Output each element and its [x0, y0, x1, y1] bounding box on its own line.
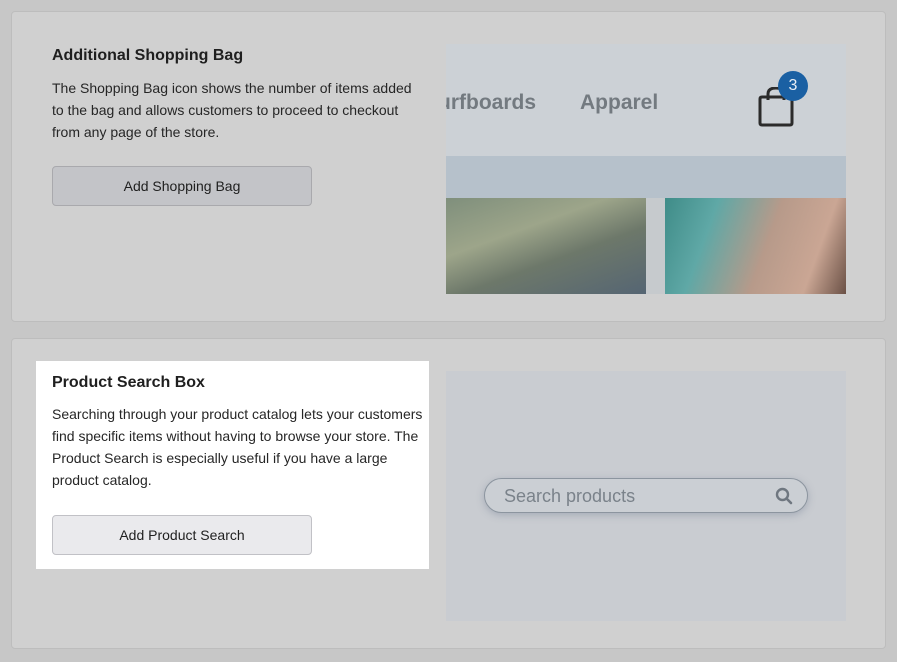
product-search-description: Searching through your product catalog l…	[52, 406, 423, 488]
product-search-preview: Search products	[446, 371, 846, 621]
product-photo-man	[446, 198, 646, 294]
store-banner	[446, 156, 846, 198]
nav-item-apparel: Apparel	[580, 91, 659, 114]
search-placeholder: Search products	[504, 486, 636, 506]
search-icon	[775, 487, 793, 505]
search-products-input: Search products	[484, 478, 808, 513]
shopping-bag-description: The Shopping Bag icon shows the number o…	[52, 80, 412, 140]
nav-item-surfboards: urfboards	[446, 91, 537, 114]
product-search-title: Product Search Box	[52, 374, 205, 391]
store-navbar: urfboards Apparel 3	[446, 44, 846, 156]
shopping-bag-preview: urfboards Apparel 3	[446, 44, 846, 294]
shopping-bag-title: Additional Shopping Bag	[52, 47, 244, 64]
add-shopping-bag-button[interactable]: Add Shopping Bag	[52, 166, 312, 206]
shopping-bag-card: Additional Shopping Bag The Shopping Bag…	[11, 11, 886, 322]
product-photo-woman	[665, 198, 846, 294]
bag-count-badge: 3	[778, 71, 808, 101]
add-product-search-button[interactable]: Add Product Search	[52, 515, 312, 555]
